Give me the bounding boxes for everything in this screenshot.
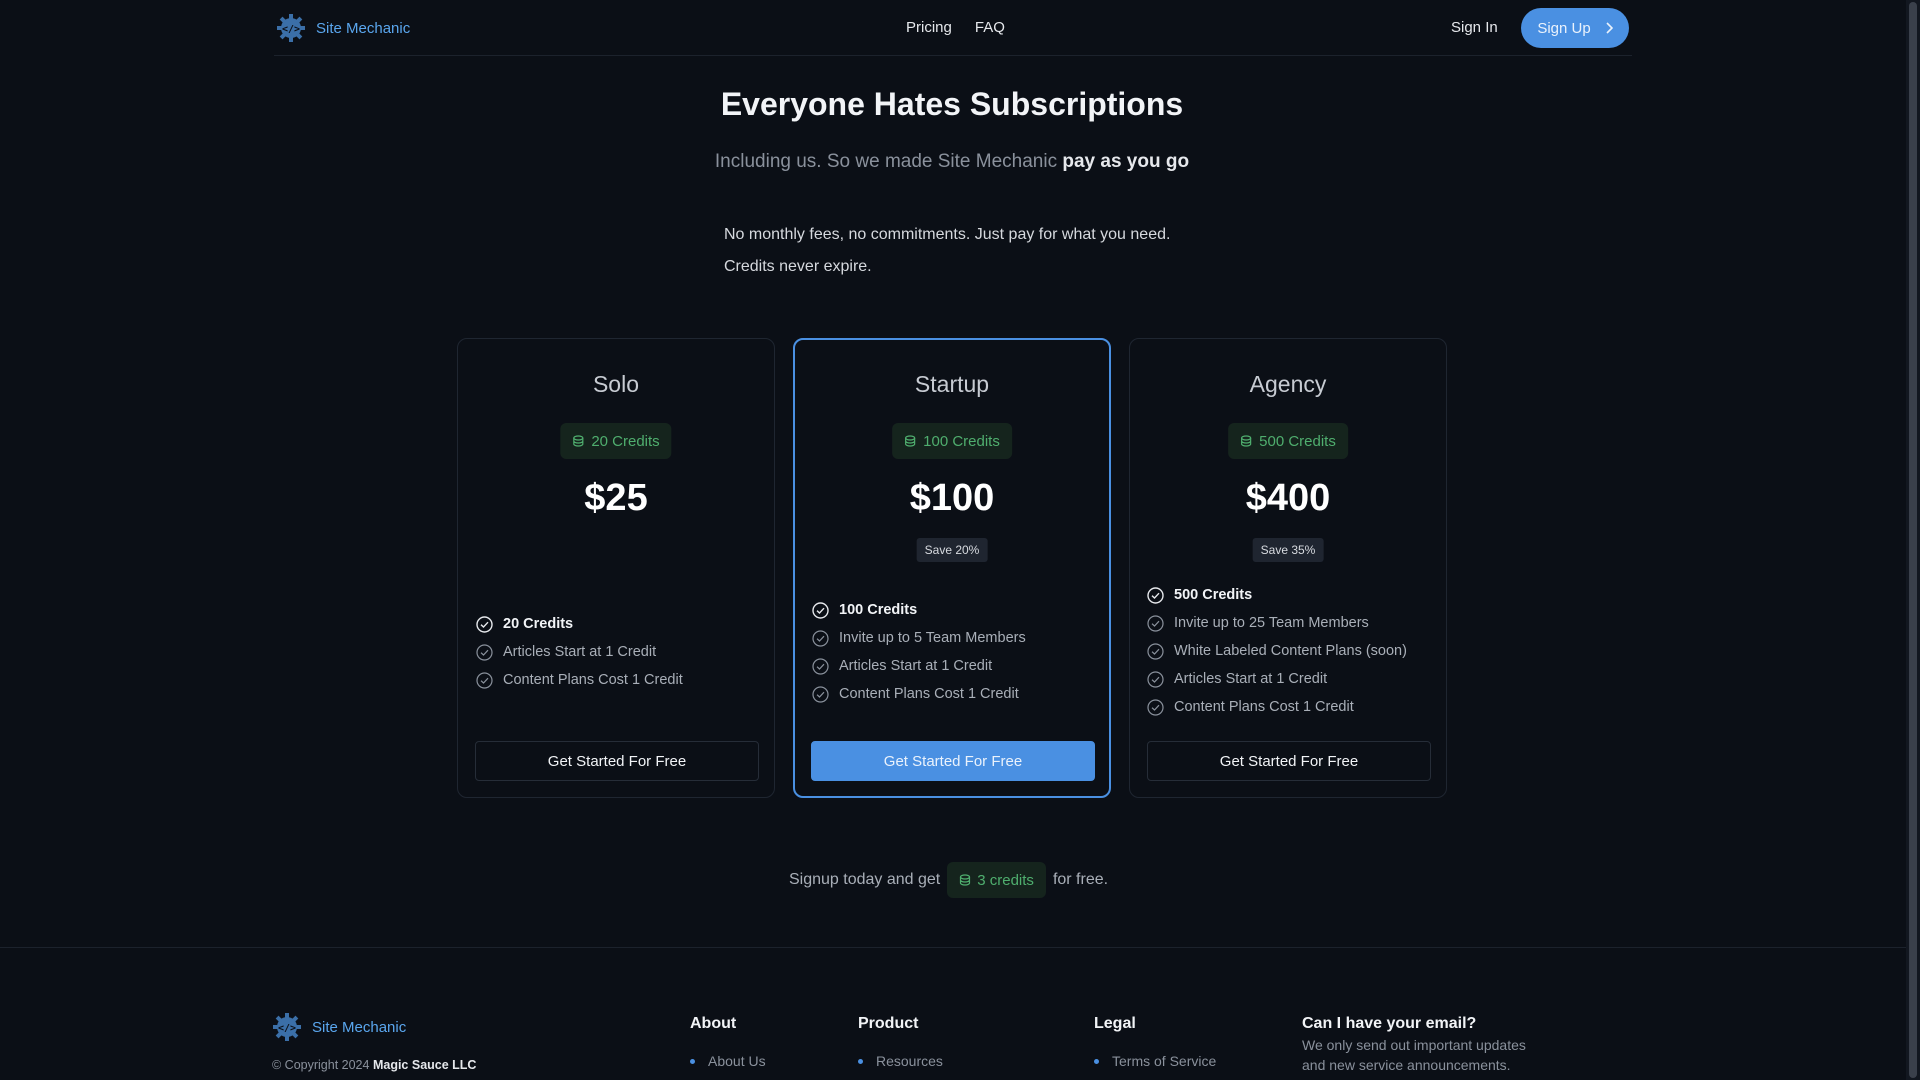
get-started-button[interactable]: Get Started For Free: [1147, 741, 1431, 781]
feature-item: 500 Credits: [1147, 581, 1407, 609]
check-circle-icon: [1147, 586, 1164, 604]
feature-item: 100 Credits: [812, 596, 1026, 624]
check-circle-icon: [812, 629, 829, 647]
feature-item: Content Plans Cost 1 Credit: [812, 680, 1026, 708]
nav-link-pricing[interactable]: Pricing: [906, 19, 952, 36]
footer-brand-name: Site Mechanic: [312, 1018, 407, 1036]
credits-badge: 500 Credits: [1228, 423, 1348, 459]
footer-col-title: Legal: [1094, 1015, 1136, 1032]
footer-col-about: About About Us: [690, 1015, 766, 1069]
check-circle-icon: [812, 601, 829, 619]
hero-subtitle-text: Including us. So we made Site Mechanic: [714, 151, 1063, 172]
company-name: Magic Sauce LLC: [372, 1058, 477, 1072]
save-badge: Save 35%: [1252, 538, 1324, 562]
chevron-right-icon: [1606, 22, 1613, 34]
brand-link[interactable]: </> Site Mechanic: [276, 13, 410, 43]
scrollbar[interactable]: [1906, 0, 1920, 1080]
plan-price: $400: [1245, 477, 1331, 519]
feature-list: 500 Credits Invite up to 25 Team Members…: [1147, 581, 1407, 721]
code-gear-icon: </>: [276, 13, 306, 43]
credits-badge-label: 20 Credits: [591, 432, 660, 450]
credits-badge: 100 Credits: [892, 423, 1012, 459]
svg-text:</>: </>: [278, 1023, 296, 1034]
svg-text:</>: </>: [282, 24, 300, 35]
email-signup-text: We only send out important updates and n…: [1302, 1037, 1526, 1073]
credits-badge-label: 500 Credits: [1259, 432, 1336, 450]
feature-item: Invite up to 5 Team Members: [812, 624, 1026, 652]
scrollbar-thumb[interactable]: [1909, 2, 1917, 1078]
feature-item: Articles Start at 1 Credit: [812, 652, 1026, 680]
plan-name: Solo: [592, 371, 640, 397]
plan-card-startup: Startup 100 Credits $100 Save 20% 100 Cr…: [793, 338, 1111, 798]
coins-icon: [905, 435, 916, 447]
coins-icon: [960, 874, 971, 886]
credits-badge-label: 100 Credits: [923, 432, 1000, 450]
plan-price: $100: [909, 477, 995, 519]
brand-name: Site Mechanic: [316, 19, 411, 37]
footer-col-title: Product: [858, 1015, 919, 1032]
hero-subtitle-highlight: pay as you go: [1062, 151, 1190, 172]
check-circle-icon: [476, 671, 493, 689]
code-gear-icon: </>: [272, 1012, 302, 1042]
footer-brand-link[interactable]: </> Site Mechanic: [272, 1012, 406, 1042]
promo-text-before: Signup today and get: [789, 871, 941, 888]
plan-name: Startup: [914, 371, 990, 397]
footer-link-about-us[interactable]: About Us: [690, 1053, 766, 1069]
save-badge: Save 20%: [916, 538, 988, 562]
footer-link-resources[interactable]: Resources: [858, 1053, 943, 1069]
sign-up-label: Sign Up: [1537, 19, 1591, 37]
promo-text-after: for free.: [1052, 871, 1109, 888]
nav-links: Pricing FAQ: [906, 19, 1005, 36]
plan-name: Agency: [1249, 371, 1327, 397]
coins-icon: [1241, 435, 1252, 447]
check-circle-icon: [1147, 698, 1164, 716]
page-title: Everyone Hates Subscriptions: [720, 86, 1184, 122]
hero-desc-line-1: No monthly fees, no commitments. Just pa…: [724, 226, 1171, 243]
check-circle-icon: [812, 657, 829, 675]
promo-credits-badge: 3 credits: [947, 862, 1046, 898]
feature-item: Content Plans Cost 1 Credit: [476, 666, 683, 694]
footer: </> Site Mechanic © Copyright 2024 Magic…: [0, 947, 1906, 1080]
footer-col-legal: Legal Terms of Service: [1094, 1015, 1216, 1069]
get-started-button[interactable]: Get Started For Free: [811, 741, 1095, 781]
feature-item: Articles Start at 1 Credit: [1147, 665, 1407, 693]
check-circle-icon: [476, 643, 493, 661]
top-nav: </> Site Mechanic Pricing FAQ Sign In Si…: [274, 0, 1632, 56]
hero-description: No monthly fees, no commitments. Just pa…: [724, 219, 1170, 283]
check-circle-icon: [812, 685, 829, 703]
footer-email-signup: Can I have your email? We only send out …: [1302, 1015, 1552, 1075]
sign-in-link[interactable]: Sign In: [1451, 19, 1498, 36]
sign-up-button[interactable]: Sign Up: [1521, 8, 1629, 48]
coins-icon: [573, 435, 584, 447]
hero-desc-line-2: Credits never expire.: [724, 258, 872, 275]
footer-link-terms[interactable]: Terms of Service: [1094, 1053, 1216, 1069]
plan-card-agency: Agency 500 Credits $400 Save 35% 500 Cre…: [1129, 338, 1447, 798]
hero-subtitle: Including us. So we made Site Mechanic p…: [0, 151, 1904, 173]
plan-price: $25: [584, 477, 648, 519]
nav-link-faq[interactable]: FAQ: [975, 19, 1005, 36]
check-circle-icon: [1147, 642, 1164, 660]
plan-card-solo: Solo 20 Credits $25 20 Credits Articles …: [457, 338, 775, 798]
footer-col-title: About: [690, 1015, 737, 1032]
check-circle-icon: [476, 615, 493, 633]
credits-badge: 20 Credits: [560, 423, 672, 459]
signup-promo: Signup today and get 3 credits for free.: [789, 862, 1108, 898]
email-signup-title: Can I have your email?: [1302, 1015, 1477, 1032]
feature-item: White Labeled Content Plans (soon): [1147, 637, 1407, 665]
footer-col-product: Product Resources: [858, 1015, 943, 1069]
feature-item: Invite up to 25 Team Members: [1147, 609, 1407, 637]
get-started-button[interactable]: Get Started For Free: [475, 741, 759, 781]
check-circle-icon: [1147, 670, 1164, 688]
footer-copyright: © Copyright 2024 Magic Sauce LLC: [272, 1058, 477, 1072]
feature-list: 100 Credits Invite up to 5 Team Members …: [812, 596, 1026, 708]
feature-item: 20 Credits: [476, 610, 683, 638]
check-circle-icon: [1147, 614, 1164, 632]
feature-list: 20 Credits Articles Start at 1 Credit Co…: [476, 610, 683, 694]
feature-item: Articles Start at 1 Credit: [476, 638, 683, 666]
promo-credits-label: 3 credits: [977, 871, 1034, 889]
feature-item: Content Plans Cost 1 Credit: [1147, 693, 1407, 721]
